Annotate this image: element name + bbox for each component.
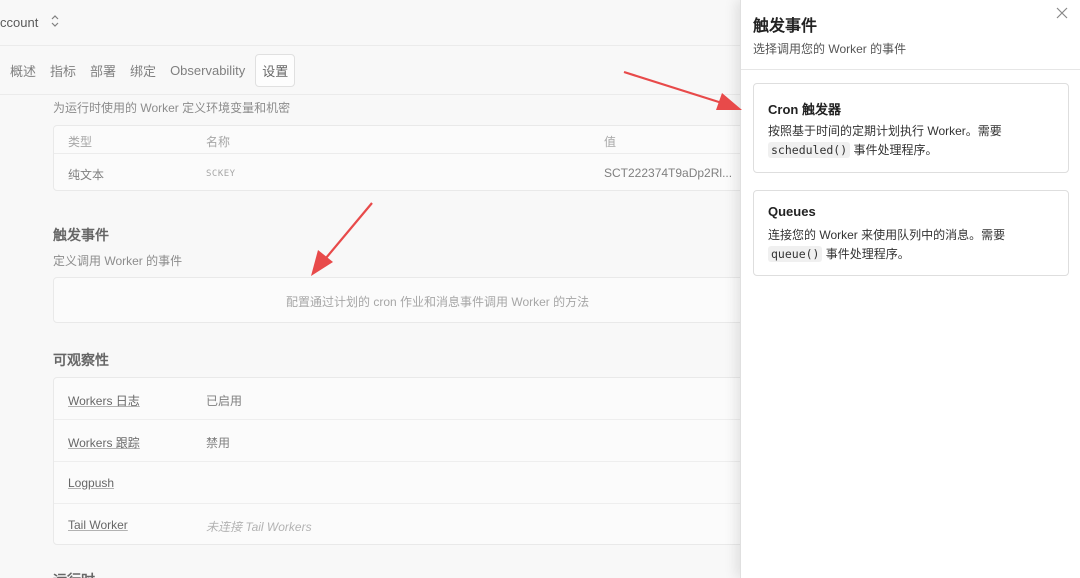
list-item: Logpush	[54, 462, 752, 504]
tab-observability[interactable]: Observability	[164, 57, 251, 84]
runtime-section-title: 运行时	[53, 570, 95, 578]
card-title: Cron 触发器	[768, 102, 841, 117]
trigger-events-panel: 触发事件 选择调用您的 Worker 的事件 Cron 触发器 按照基于时间的定…	[740, 0, 1080, 578]
card-description-line2: scheduled() 事件处理程序。	[768, 141, 938, 160]
variable-value: SCT222374T9aDp2Rl...	[604, 166, 733, 180]
card-description-suffix: 事件处理程序。	[822, 247, 910, 261]
triggers-empty-text: 配置通过计划的 cron 作业和消息事件调用 Worker 的方法	[286, 295, 590, 309]
queues-card[interactable]: Queues 连接您的 Worker 来使用队列中的消息。需要 queue() …	[753, 190, 1069, 276]
variables-table-header: 类型 名称 值	[54, 126, 752, 154]
cron-trigger-card[interactable]: Cron 触发器 按照基于时间的定期计划执行 Worker。需要 schedul…	[753, 83, 1069, 173]
tab-deployments[interactable]: 部署	[84, 55, 122, 86]
card-description-line2: queue() 事件处理程序。	[768, 245, 910, 264]
workers-traces-link[interactable]: Workers 跟踪	[68, 434, 140, 451]
list-item: Tail Worker 未连接 Tail Workers	[54, 504, 752, 546]
logpush-link[interactable]: Logpush	[68, 476, 114, 490]
workers-logs-link[interactable]: Workers 日志	[68, 392, 140, 409]
column-type: 类型	[68, 135, 93, 149]
card-description: 连接您的 Worker 来使用队列中的消息。需要	[768, 228, 1006, 242]
variables-description: 为运行时使用的 Worker 定义环境变量和机密	[53, 101, 291, 115]
list-item: Workers 跟踪 禁用	[54, 420, 752, 462]
card-description-suffix: 事件处理程序。	[850, 143, 938, 157]
tab-metrics[interactable]: 指标	[44, 55, 82, 86]
close-icon[interactable]	[1053, 4, 1071, 22]
column-name: 名称	[206, 135, 231, 149]
card-description: 按照基于时间的定期计划执行 Worker。需要	[768, 124, 1002, 138]
list-item: Workers 日志 已启用	[54, 378, 752, 420]
variable-type: 纯文本	[68, 168, 105, 182]
panel-subtitle: 选择调用您的 Worker 的事件	[753, 42, 907, 56]
arrow-to-trigger-box	[311, 202, 373, 276]
code-snippet: queue()	[768, 246, 823, 262]
tab-settings[interactable]: 设置	[255, 54, 296, 87]
tab-overview[interactable]: 概述	[4, 55, 42, 86]
column-value: 值	[604, 135, 617, 149]
triggers-description: 定义调用 Worker 的事件	[53, 254, 183, 268]
account-bar: ccount	[0, 0, 740, 46]
panel-title: 触发事件	[753, 18, 818, 35]
variable-name: SCKEY	[206, 169, 236, 179]
tab-bindings[interactable]: 绑定	[124, 55, 162, 86]
account-name[interactable]: ccount	[0, 15, 38, 30]
chevron-updown-icon[interactable]	[50, 14, 60, 31]
code-snippet: scheduled()	[768, 142, 851, 158]
variables-table: 类型 名称 值 纯文本 SCKEY SCT222374T9aDp2Rl...	[53, 125, 753, 191]
tab-bar: 概述 指标 部署 绑定 Observability 设置	[0, 47, 740, 95]
workers-traces-value: 禁用	[206, 436, 231, 450]
triggers-section-title: 触发事件	[53, 227, 109, 243]
tail-worker-link[interactable]: Tail Worker	[68, 518, 128, 532]
card-title: Queues	[768, 204, 816, 219]
workers-logs-value: 已启用	[206, 394, 243, 408]
triggers-empty-state[interactable]: 配置通过计划的 cron 作业和消息事件调用 Worker 的方法	[53, 277, 753, 323]
tail-worker-value: 未连接 Tail Workers	[206, 520, 312, 534]
observability-list: Workers 日志 已启用 Workers 跟踪 禁用 Logpush Tai…	[53, 377, 753, 545]
observability-section-title: 可观察性	[53, 352, 109, 368]
panel-header: 触发事件 选择调用您的 Worker 的事件	[741, 0, 1080, 70]
